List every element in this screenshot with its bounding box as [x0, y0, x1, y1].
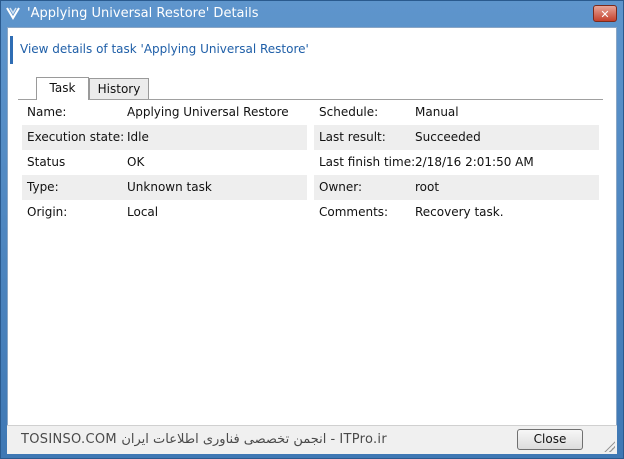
- details-window: 'Applying Universal Restore' Details ✕ V…: [0, 0, 624, 459]
- last-result-value: Succeeded: [415, 130, 481, 144]
- detail-row: Name: Applying Universal Restore Schedul…: [22, 100, 602, 125]
- schedule-value: Manual: [415, 105, 459, 119]
- comments-label: Comments:: [319, 205, 389, 219]
- detail-row: Status OK Last finish time: 2/18/16 2:01…: [22, 150, 602, 175]
- schedule-label: Schedule:: [319, 105, 379, 119]
- origin-label: Origin:: [27, 205, 68, 219]
- dialog-header: View details of task 'Applying Universal…: [20, 42, 309, 56]
- dialog-footer: TOSINSO.COM انجمن تخصصی فناوری اطلاعات ا…: [7, 425, 617, 454]
- detail-row: Execution state: Idle Last result: Succe…: [22, 125, 602, 150]
- resize-grip-icon[interactable]: [603, 440, 615, 452]
- last-finish-time-value: 2/18/16 2:01:50 AM: [415, 155, 534, 169]
- name-label: Name:: [27, 105, 67, 119]
- tab-task[interactable]: Task: [36, 77, 89, 100]
- task-details-table: Name: Applying Universal Restore Schedul…: [22, 100, 602, 225]
- last-finish-time-label: Last finish time:: [319, 155, 416, 169]
- type-label: Type:: [27, 180, 59, 194]
- tab-history[interactable]: History: [89, 78, 149, 100]
- name-value: Applying Universal Restore: [127, 105, 289, 119]
- close-button[interactable]: Close: [517, 429, 583, 450]
- owner-value: root: [415, 180, 440, 194]
- title-bar[interactable]: 'Applying Universal Restore' Details ✕: [1, 1, 623, 27]
- owner-label: Owner:: [319, 180, 363, 194]
- detail-row: Type: Unknown task Owner: root: [22, 175, 602, 200]
- close-icon[interactable]: ✕: [593, 5, 617, 22]
- execution-state-label: Execution state:: [27, 130, 125, 144]
- acronis-logo-icon: [5, 5, 21, 21]
- execution-state-value: Idle: [127, 130, 149, 144]
- dialog-client: View details of task 'Applying Universal…: [7, 27, 617, 453]
- type-value: Unknown task: [127, 180, 212, 194]
- status-label: Status: [27, 155, 66, 169]
- detail-row: Origin: Local Comments: Recovery task.: [22, 200, 602, 225]
- watermark-text: TOSINSO.COM انجمن تخصصی فناوری اطلاعات ا…: [21, 432, 387, 447]
- comments-value: Recovery task.: [415, 205, 504, 219]
- last-result-label: Last result:: [319, 130, 386, 144]
- window-title: 'Applying Universal Restore' Details: [27, 6, 259, 21]
- header-accent-bar: [10, 36, 13, 64]
- origin-value: Local: [127, 205, 159, 219]
- status-value: OK: [127, 155, 145, 169]
